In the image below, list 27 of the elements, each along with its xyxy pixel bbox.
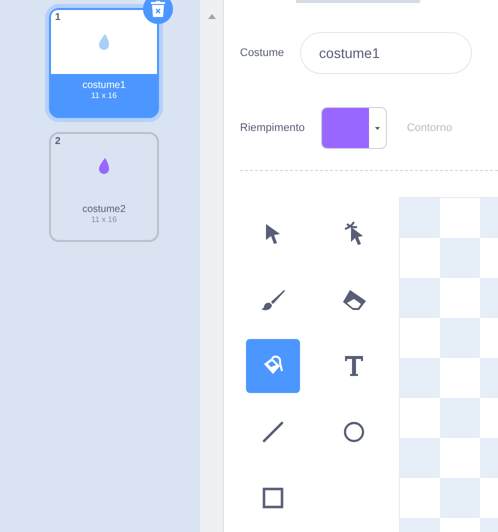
fill-tool[interactable] [246,339,300,393]
outline-label: Contorno [406,122,452,134]
rectangle-icon [262,487,284,509]
droplet-icon [98,158,110,174]
fill-color-picker[interactable] [320,107,387,149]
costume-name-field[interactable]: costume1 [300,32,472,74]
costume-number: 1 [55,12,61,23]
costume-name: costume1 [82,80,126,91]
line-icon [262,421,284,443]
costume-card[interactable]: 2 costume2 11 x 16 [49,132,159,242]
costume-size: 11 x 16 [91,215,117,224]
caret-icon [374,126,380,130]
trash-icon [151,1,165,17]
delete-button[interactable] [143,0,173,24]
costume-size: 11 x 16 [91,91,117,100]
eraser-icon [341,289,367,311]
droplet-icon [98,34,110,50]
costume-number: 2 [55,136,61,147]
brush-icon [260,289,286,311]
text-icon [344,355,364,377]
reshape-icon [343,221,365,247]
select-icon [265,223,281,245]
costume-name: costume2 [82,204,126,215]
fill-label: Riempimento [240,122,305,134]
scrollbar[interactable] [200,0,224,532]
circle-icon [343,421,365,443]
costume-label: Costume [240,47,284,59]
